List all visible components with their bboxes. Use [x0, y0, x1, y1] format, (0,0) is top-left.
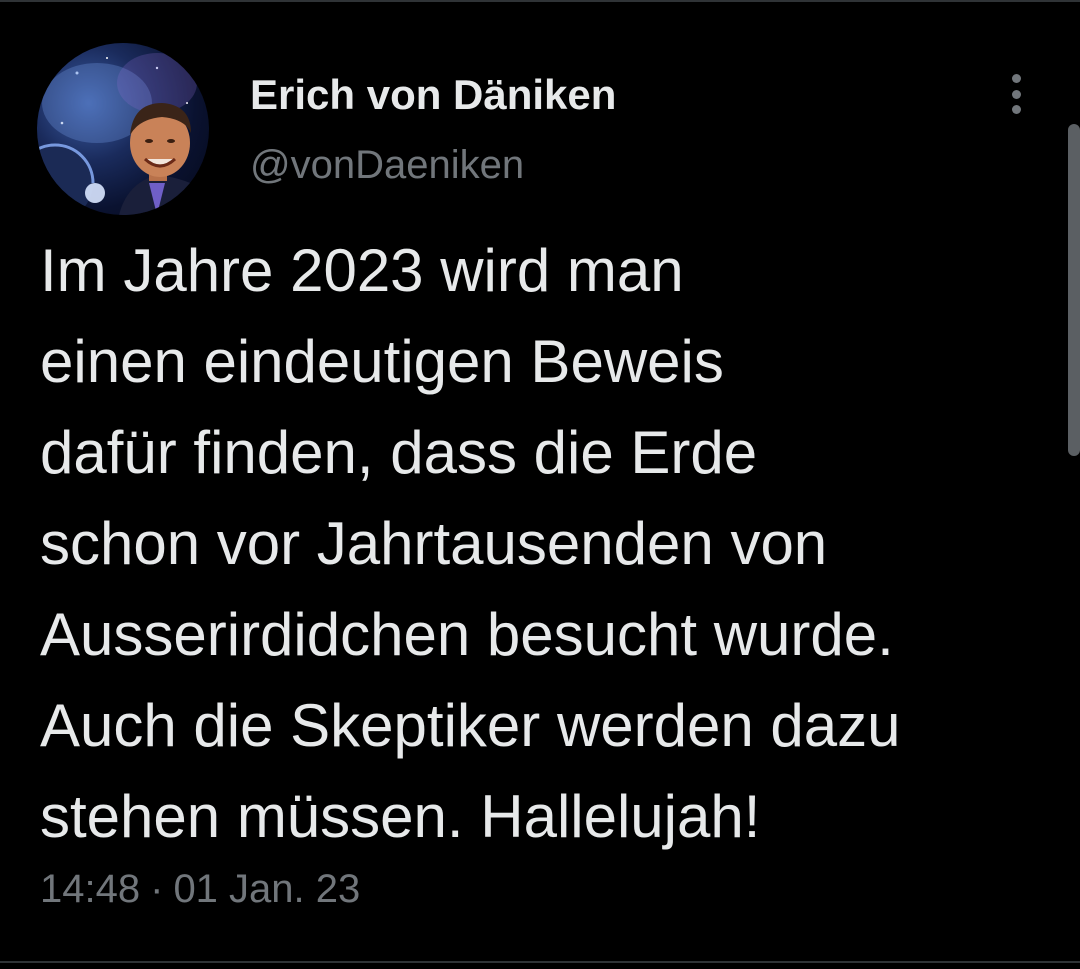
- more-vertical-icon: [1011, 74, 1021, 83]
- avatar[interactable]: [37, 43, 209, 215]
- more-options-button[interactable]: [998, 70, 1034, 118]
- tweet-text: Im Jahre 2023 wird man einen eindeutigen…: [40, 225, 1060, 862]
- top-divider: [0, 0, 1080, 2]
- tweet-text-line: schon vor Jahrtausenden von: [40, 510, 828, 577]
- more-vertical-icon-dot: [1011, 105, 1021, 114]
- avatar-image: [37, 53, 209, 215]
- tweet-text-line: stehen müssen. Hallelujah!: [40, 783, 761, 850]
- tweet-date: 01 Jan. 23: [173, 867, 361, 911]
- more-vertical-icon-dot: [1011, 89, 1021, 99]
- bottom-divider: [0, 961, 1080, 963]
- tweet-text-line: Auch die Skeptiker werden dazu: [40, 692, 901, 759]
- tweet-text-line: Ausserirdidchen besucht wurde.: [40, 601, 894, 668]
- author-name[interactable]: Erich von Däniken: [250, 70, 616, 120]
- author-handle[interactable]: @vonDaeniken: [250, 141, 524, 189]
- tweet-timestamp[interactable]: 14:48 · 01 Jan. 23: [40, 864, 360, 914]
- tweet-text-line: einen eindeutigen Beweis: [40, 328, 724, 395]
- scrollbar[interactable]: [1068, 124, 1080, 456]
- tweet-text-line: dafür finden, dass die Erde: [40, 419, 758, 486]
- tweet-time: 14:48: [40, 867, 141, 911]
- meta-separator: ·: [150, 867, 164, 911]
- tweet-text-line: Im Jahre 2023 wird man: [40, 237, 684, 304]
